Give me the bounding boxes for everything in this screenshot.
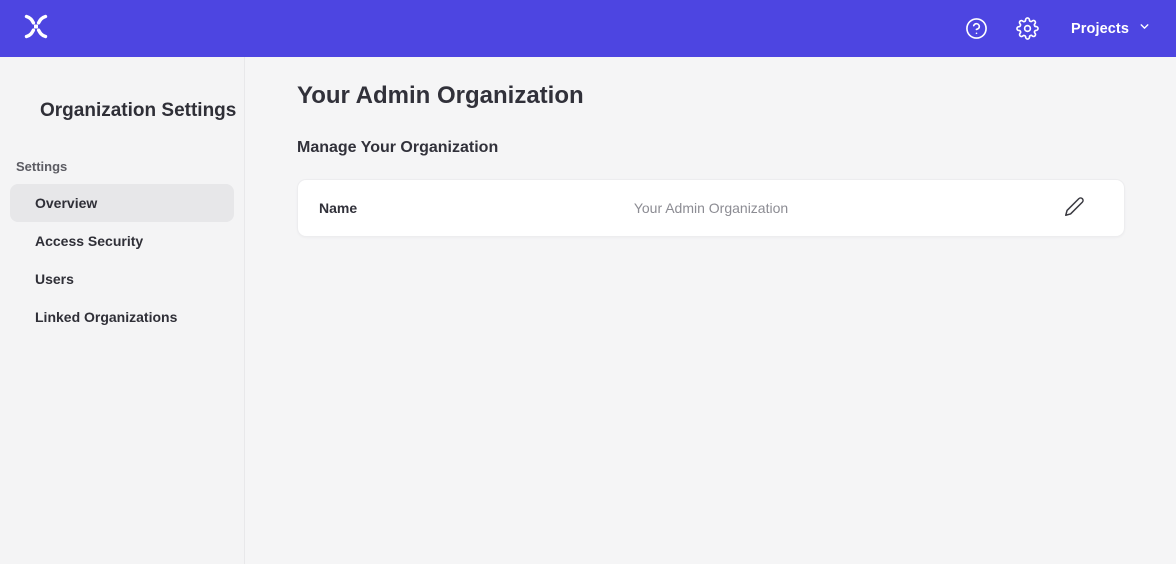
projects-menu-label: Projects xyxy=(1071,21,1129,37)
sidebar-item-label: Users xyxy=(35,271,74,287)
sidebar-title: Organization Settings xyxy=(40,99,244,122)
sidebar-item-linked-organizations[interactable]: Linked Organizations xyxy=(10,298,234,336)
app-logo[interactable] xyxy=(19,12,53,46)
page-title: Your Admin Organization xyxy=(297,81,1176,110)
name-label: Name xyxy=(319,200,357,216)
sidebar-section-label: Settings xyxy=(16,159,244,174)
edit-name-button[interactable] xyxy=(1062,196,1086,220)
sidebar-item-overview[interactable]: Overview xyxy=(10,184,234,222)
name-row: Name Your Admin Organization xyxy=(297,179,1125,237)
help-circle-icon xyxy=(965,17,988,40)
navbar-actions: Projects xyxy=(965,17,1151,41)
section-title: Manage Your Organization xyxy=(297,138,1176,157)
sidebar: Organization Settings Settings Overview … xyxy=(0,57,245,564)
sidebar-nav: Overview Access Security Users Linked Or… xyxy=(0,184,244,336)
main-content: Your Admin Organization Manage Your Orga… xyxy=(245,57,1176,564)
pencil-icon xyxy=(1064,196,1085,220)
sidebar-item-users[interactable]: Users xyxy=(10,260,234,298)
sidebar-item-access-security[interactable]: Access Security xyxy=(10,222,234,260)
top-navbar: Projects xyxy=(0,0,1176,57)
mendix-x-logo-icon xyxy=(21,13,51,45)
page-layout: Organization Settings Settings Overview … xyxy=(0,57,1176,564)
chevron-down-icon xyxy=(1138,20,1151,37)
sidebar-item-label: Overview xyxy=(35,195,97,211)
name-value: Your Admin Organization xyxy=(298,200,1124,216)
gear-icon xyxy=(1016,17,1039,40)
sidebar-item-label: Access Security xyxy=(35,233,143,249)
projects-menu[interactable]: Projects xyxy=(1071,20,1151,37)
sidebar-item-label: Linked Organizations xyxy=(35,309,177,325)
help-button[interactable] xyxy=(965,17,989,41)
settings-button[interactable] xyxy=(1016,17,1040,41)
